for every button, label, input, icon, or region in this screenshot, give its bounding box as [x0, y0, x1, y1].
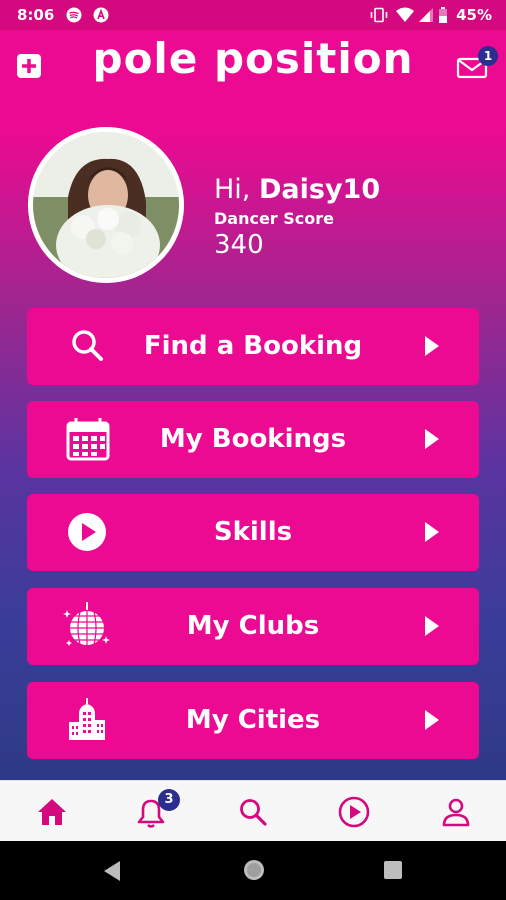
system-navigation-bar — [0, 841, 506, 900]
battery-icon — [439, 7, 447, 23]
app-logo: pole position — [92, 34, 414, 83]
menu-label: Skills — [213, 517, 293, 547]
menu-label: My Clubs — [186, 611, 320, 641]
chevron-right-icon — [425, 429, 439, 449]
wifi-icon — [396, 7, 414, 22]
home-icon — [38, 799, 66, 825]
username: Daisy10 — [258, 174, 381, 205]
status-bar: 8:06 45% — [0, 0, 506, 30]
spotify-icon — [66, 7, 82, 23]
bottom-navigation: 3 — [0, 780, 506, 842]
notifications-badge: 3 — [158, 789, 180, 811]
recents-icon[interactable] — [383, 860, 403, 880]
find-booking-button[interactable]: Find a Booking — [27, 308, 479, 385]
nav-notifications[interactable]: 3 — [134, 789, 180, 829]
play-circle-icon — [338, 796, 370, 828]
app-header: pole position 1 — [0, 30, 506, 100]
nav-home[interactable] — [35, 795, 69, 829]
back-icon[interactable] — [102, 860, 122, 882]
greeting-text: Hi, — [214, 174, 259, 205]
vibrate-icon — [370, 7, 388, 23]
app-a-icon — [93, 7, 109, 23]
messages-badge: 1 — [478, 46, 498, 66]
avatar-photo — [28, 127, 184, 283]
cell-signal-icon — [419, 8, 433, 22]
status-time: 8:06 — [17, 6, 55, 24]
chevron-right-icon — [425, 336, 439, 356]
dancer-score-value: 340 — [214, 230, 264, 260]
user-icon — [442, 798, 470, 827]
menu-label: Find a Booking — [143, 331, 363, 361]
chevron-right-icon — [425, 710, 439, 730]
messages-button[interactable]: 1 — [456, 46, 498, 80]
nav-profile[interactable] — [439, 795, 473, 829]
my-bookings-button[interactable]: My Bookings — [27, 401, 479, 478]
menu-label: My Cities — [185, 705, 321, 735]
dancer-score-label: Dancer Score — [214, 209, 335, 228]
app-screen: 8:06 45% pole position 1 Hi, Daisy10 Dan… — [0, 0, 506, 900]
search-icon — [240, 799, 267, 826]
nav-skills[interactable] — [337, 795, 371, 829]
greeting: Hi, Daisy10 — [214, 174, 380, 205]
nav-search[interactable] — [236, 795, 270, 829]
my-clubs-button[interactable]: My Clubs — [27, 588, 479, 665]
my-cities-button[interactable]: My Cities — [27, 682, 479, 759]
battery-percent: 45% — [456, 6, 492, 24]
chevron-right-icon — [425, 616, 439, 636]
avatar[interactable] — [28, 127, 184, 283]
home-button-icon[interactable] — [242, 858, 266, 882]
skills-button[interactable]: Skills — [27, 494, 479, 571]
chevron-right-icon — [425, 522, 439, 542]
menu-label: My Bookings — [159, 424, 347, 454]
